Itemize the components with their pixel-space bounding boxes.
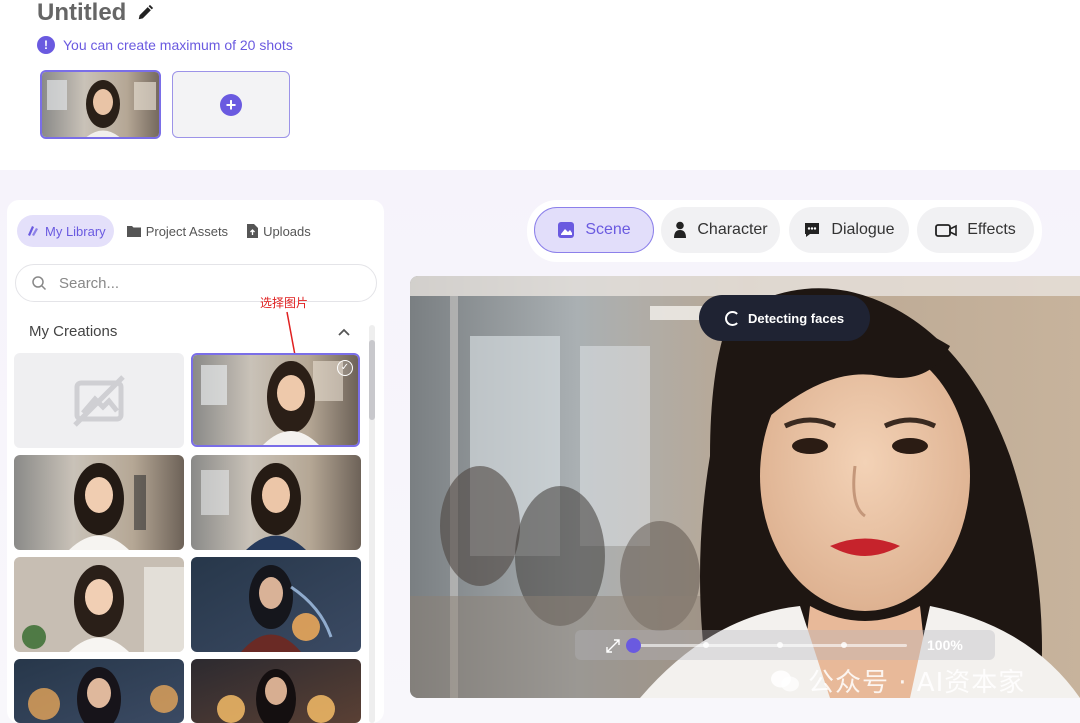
fit-screen-icon[interactable] [605,638,621,654]
search-icon [32,276,47,291]
tab-my-library[interactable]: My Library [17,215,114,247]
shot-limit-notice: ! You can create maximum of 20 shots [37,36,293,54]
zoom-value: 100% [927,637,963,653]
info-icon: ! [37,36,55,54]
image-icon [558,222,575,238]
section-title: My Creations [29,323,118,340]
creation-image [14,455,184,550]
creation-placeholder[interactable] [14,353,184,448]
scrollbar[interactable] [369,325,375,723]
creation-image [191,455,361,550]
project-title[interactable]: Untitled [37,0,126,26]
no-image-icon [73,374,125,427]
tab-uploads[interactable]: Uploads [240,215,317,247]
folder-icon [126,226,141,237]
mode-label: Dialogue [831,221,895,238]
creation-image [14,659,184,723]
tab-project-assets[interactable]: Project Assets [120,215,234,247]
creation-image [14,557,184,652]
library-tabs: My Library Project Assets Uploads [17,215,323,247]
creation-image [191,557,361,652]
tab-character[interactable]: Character [661,207,780,253]
scrollbar-thumb[interactable] [369,340,375,420]
search-input[interactable] [59,274,339,292]
tab-dialogue[interactable]: Dialogue [789,207,909,253]
creation-thumbnail[interactable] [14,455,184,550]
edit-pencil-icon[interactable] [136,4,154,22]
tab-effects[interactable]: Effects [917,207,1034,253]
creation-thumbnail[interactable] [191,659,361,723]
detecting-faces-status: Detecting faces [699,295,870,341]
tab-scene[interactable]: Scene [534,207,654,253]
status-text: Detecting faces [747,310,845,326]
title-row: Untitled [37,0,154,26]
zoom-slider-handle[interactable] [626,638,641,653]
chevron-up-icon[interactable] [337,327,351,337]
mode-label: Character [697,221,768,238]
zoom-slider-track[interactable] [627,642,907,648]
tab-label: Uploads [263,223,311,239]
creation-thumbnail-selected[interactable]: ✓ [191,353,360,447]
top-header: Untitled ! You can create maximum of 20 … [0,0,1080,170]
zoom-tick [777,642,783,648]
annotation-label: 选择图片 [260,296,309,310]
mode-tabs: Scene Character Dialogue Effects [527,200,1042,262]
watermark-text: 公众号 · AI资本家 [808,668,1026,698]
creation-image [193,355,358,445]
mode-label: Scene [585,221,631,238]
selected-check-icon: ✓ [337,360,353,376]
creation-thumbnail[interactable] [191,557,361,652]
mode-label: Effects [967,221,1016,238]
creation-thumbnail[interactable] [14,659,184,723]
spinner-icon [724,310,740,326]
zoom-tick [841,642,847,648]
library-search [15,264,377,302]
tab-label: Project Assets [145,223,229,239]
tab-label: My Library [45,223,106,239]
chat-icon [805,223,820,237]
file-upload-icon [247,224,259,238]
camera-icon [935,224,957,237]
wechat-icon [771,670,799,691]
notice-text: You can create maximum of 20 shots [63,37,293,53]
creation-thumbnail[interactable] [14,557,184,652]
creation-thumbnail[interactable] [191,455,361,550]
person-icon [674,221,687,238]
library-icon [28,226,38,236]
shot-thumbnail[interactable] [40,70,161,139]
watermark: 公众号 · AI资本家 [770,662,1025,699]
zoom-control: 100% [575,630,995,660]
library-panel: My Library Project Assets Uploads 选择图片 M… [7,200,384,723]
creation-image [191,659,361,723]
plus-icon: + [220,93,242,116]
add-shot-button[interactable]: + [172,71,290,138]
my-creations-header[interactable]: My Creations [29,323,351,340]
shot-thumbnail-image [42,72,159,137]
zoom-tick [703,642,709,648]
